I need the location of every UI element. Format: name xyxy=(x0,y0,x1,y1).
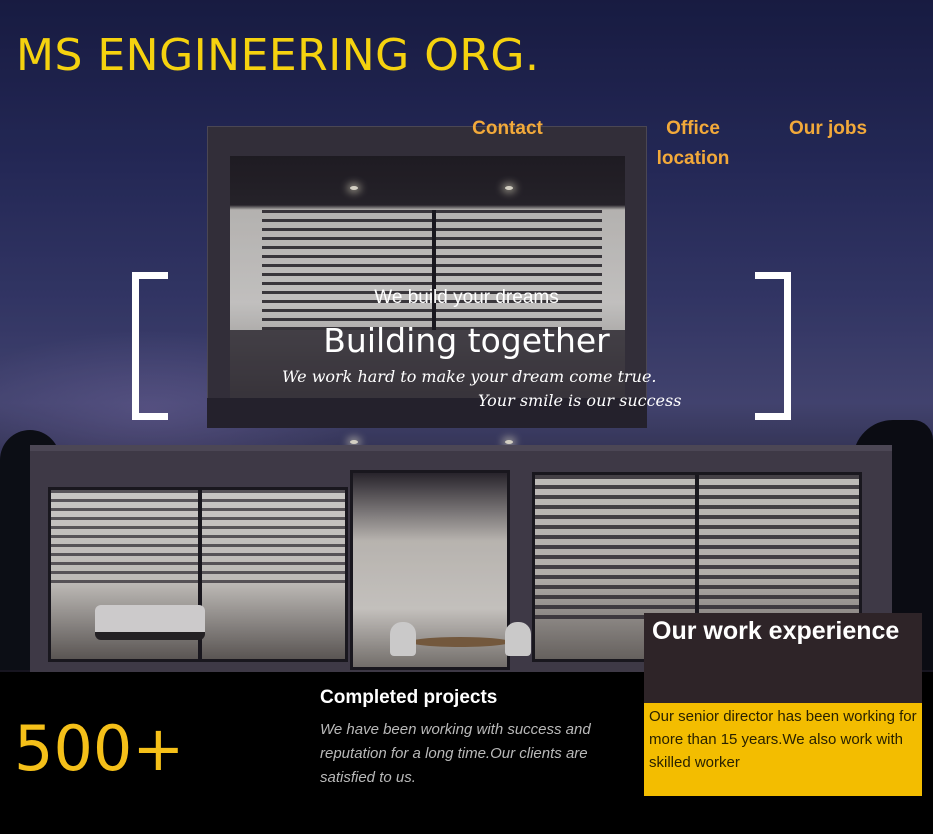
hero-line-1: We work hard to make your dream come tru… xyxy=(282,367,657,386)
nav-link-contact[interactable]: Contact xyxy=(470,114,545,144)
work-experience-text: Our senior director has been working for… xyxy=(649,708,917,771)
nav-link-our-jobs[interactable]: Our jobs xyxy=(784,114,872,144)
hero-headline: Building together xyxy=(323,321,610,360)
hero-kicker: We build your dreams xyxy=(374,287,559,308)
hero-line-2: Your smile is our success xyxy=(478,391,682,410)
completed-projects-title: Completed projects xyxy=(320,687,498,708)
completed-projects-description: We have been working with success and re… xyxy=(320,721,591,786)
projects-count: 500+ xyxy=(14,712,185,785)
work-experience-title: Our work experience xyxy=(652,617,900,645)
work-experience-header: Our work experience xyxy=(644,613,922,703)
work-experience-card: Our work experience Our senior director … xyxy=(644,613,922,796)
nav-link-office-location[interactable]: Office location xyxy=(648,114,738,174)
site-title: MS ENGINEERING ORG. xyxy=(16,30,540,81)
